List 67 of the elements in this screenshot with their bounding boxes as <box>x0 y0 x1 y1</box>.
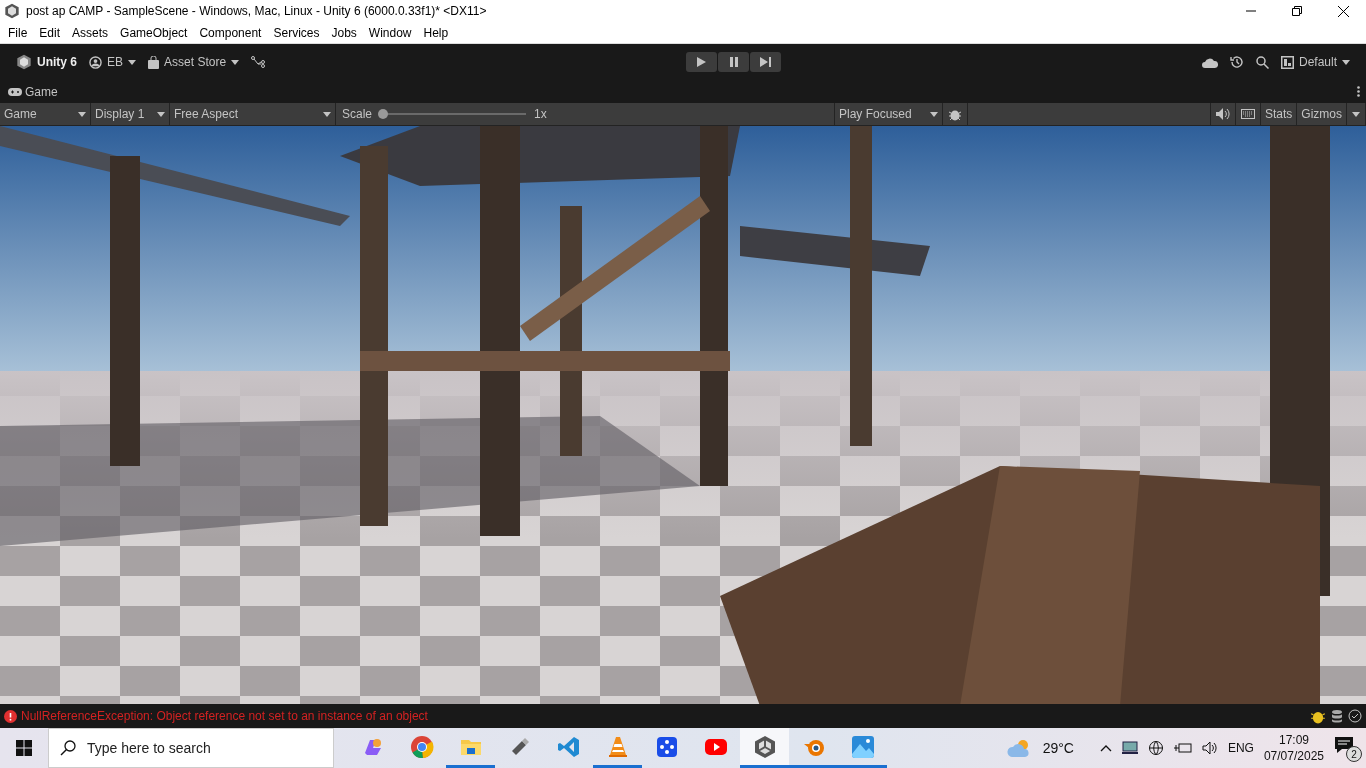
restore-icon <box>1292 6 1302 16</box>
caret-icon <box>78 111 86 117</box>
history-icon <box>1229 55 1244 69</box>
game-tab[interactable]: Game <box>6 84 60 99</box>
menu-item[interactable]: Window <box>362 25 418 40</box>
notification-count: 2 <box>1346 746 1362 762</box>
scale-label: Scale <box>342 107 373 121</box>
language-indicator[interactable]: ENG <box>1227 741 1254 755</box>
layout-icon <box>1280 55 1294 69</box>
keyboard-icon <box>1240 109 1255 119</box>
caret-icon <box>231 59 240 65</box>
windows-icon <box>16 740 32 756</box>
layout-button[interactable]: Default <box>1274 53 1356 71</box>
caret-icon <box>128 59 137 65</box>
gamepad-icon <box>8 87 22 96</box>
more-options-icon[interactable] <box>1357 86 1360 97</box>
taskbar-app[interactable] <box>740 728 789 768</box>
menu-item[interactable]: Services <box>267 25 326 40</box>
menu-item[interactable]: Edit <box>33 25 67 40</box>
caret-icon <box>930 111 938 117</box>
user-icon <box>89 55 102 69</box>
speaker-icon[interactable] <box>1201 741 1218 755</box>
code-editor-icon <box>556 734 581 759</box>
caret-icon <box>157 111 165 117</box>
product-button[interactable]: Unity 6 <box>10 52 83 72</box>
app-logo-icon <box>4 3 20 19</box>
temperature: 29°C <box>1042 740 1074 756</box>
menu-item[interactable]: Jobs <box>325 25 363 40</box>
caret-icon <box>1342 59 1350 65</box>
search-icon <box>60 740 76 756</box>
menu-item[interactable]: GameObject <box>114 25 194 40</box>
globe-icon[interactable] <box>1147 740 1164 756</box>
caret-icon <box>1352 111 1360 117</box>
menu-item[interactable]: Help <box>417 25 455 40</box>
check-circle-icon[interactable] <box>1348 709 1362 723</box>
step-icon <box>760 57 771 67</box>
pause-button[interactable] <box>718 52 749 72</box>
menu-item[interactable]: Assets <box>66 25 115 40</box>
branch-icon <box>251 56 266 68</box>
search-field[interactable]: Type here to search <box>48 728 334 768</box>
menu-item[interactable]: Component <box>193 25 268 40</box>
step-button[interactable] <box>750 52 781 72</box>
database-icon[interactable] <box>1330 709 1344 723</box>
caret-icon <box>323 111 331 117</box>
game-app-icon <box>654 734 679 759</box>
close-icon <box>1337 5 1349 17</box>
battery-icon[interactable] <box>1173 742 1192 754</box>
window-title: post ap CAMP - SampleScene - Windows, Mac, Linux - Unity 6 (6000.0.33f1)* <DX11> <box>26 4 488 18</box>
cube-icon <box>16 54 32 70</box>
photos-icon <box>850 734 875 759</box>
play-icon <box>697 57 706 67</box>
error-icon <box>4 709 17 723</box>
cloud-icon <box>1201 56 1218 68</box>
cube-icon <box>752 734 777 759</box>
laptop-icon[interactable] <box>1121 741 1138 755</box>
speaker-icon <box>1215 108 1230 120</box>
chrome-icon <box>409 734 434 759</box>
pause-icon <box>729 57 738 67</box>
chevron-up-icon[interactable] <box>1099 744 1112 752</box>
play-button[interactable] <box>686 52 717 72</box>
bag-icon <box>148 55 160 69</box>
asset-store-button[interactable]: Asset Store <box>142 53 246 71</box>
account-button[interactable]: EB <box>83 53 143 71</box>
clock[interactable]: 17:09 07/07/2025 <box>1263 732 1324 764</box>
scale-value: 1x <box>534 107 547 121</box>
menu-item[interactable]: File <box>2 25 34 40</box>
search-icon <box>1255 55 1269 69</box>
